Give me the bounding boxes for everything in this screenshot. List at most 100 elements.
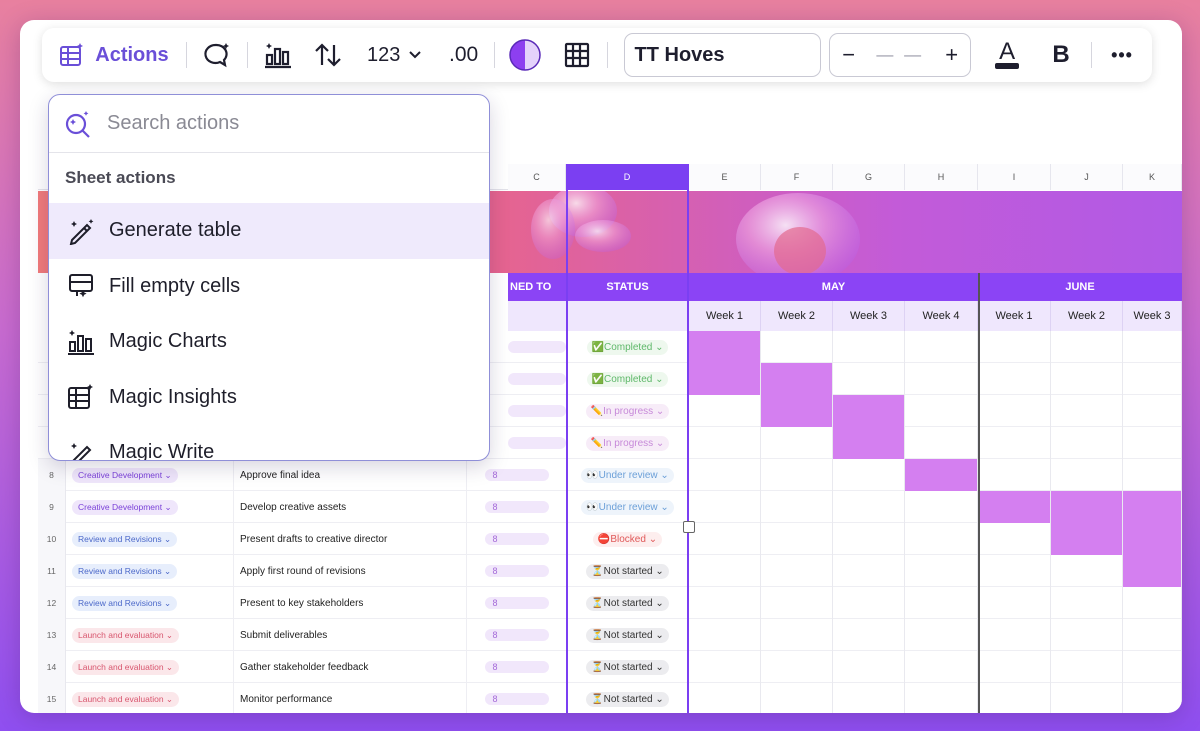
task-cell[interactable]: Monitor performance (233, 683, 465, 713)
gantt-cell[interactable] (905, 587, 978, 619)
bold-button[interactable]: B (1041, 35, 1081, 75)
owner-cell[interactable] (508, 331, 566, 363)
gantt-bar-cell[interactable] (761, 363, 833, 395)
phase-cell[interactable]: Creative Development ⌄ (72, 491, 232, 523)
status-cell[interactable]: ⛔Blocked ⌄ (566, 523, 689, 555)
gantt-cell[interactable] (761, 427, 833, 459)
gantt-cell[interactable] (689, 683, 761, 713)
gantt-cell[interactable] (905, 331, 978, 363)
gantt-cell[interactable] (1051, 459, 1123, 491)
status-cell[interactable]: ⏳Not started ⌄ (566, 683, 689, 713)
gantt-bar-cell[interactable] (1051, 491, 1123, 523)
gantt-cell[interactable] (1051, 555, 1123, 587)
status-dropdown[interactable]: ⏳Not started ⌄ (586, 595, 669, 611)
phase-tag[interactable]: Review and Revisions ⌄ (72, 531, 178, 547)
fill-color-button[interactable] (505, 35, 545, 75)
more-options-button[interactable]: ••• (1102, 35, 1142, 75)
status-dropdown[interactable]: 👀Under review ⌄ (581, 499, 674, 515)
phase-cell[interactable]: Launch and evaluation ⌄ (72, 619, 232, 651)
gantt-cell[interactable] (833, 651, 905, 683)
gantt-cell[interactable] (1123, 619, 1182, 651)
magic-charts-button[interactable] (258, 35, 298, 75)
gantt-bar-cell[interactable] (1051, 523, 1123, 555)
gantt-cell[interactable] (978, 459, 1051, 491)
gantt-cell[interactable] (978, 395, 1051, 427)
gantt-cell[interactable] (1051, 651, 1123, 683)
status-dropdown[interactable]: ⏳Not started ⌄ (586, 563, 669, 579)
row-number[interactable]: 14 (38, 651, 66, 683)
status-cell[interactable]: 👀Under review ⌄ (566, 459, 689, 491)
resize-handle[interactable] (683, 521, 695, 533)
font-size-decrease-button[interactable]: − (842, 42, 855, 68)
owner-cell[interactable]: 8 (466, 459, 566, 491)
phase-tag[interactable]: Launch and evaluation ⌄ (72, 659, 180, 675)
gantt-cell[interactable] (833, 619, 905, 651)
column-header-d[interactable]: D (566, 164, 689, 190)
column-header-g[interactable]: G (833, 164, 905, 190)
gantt-cell[interactable] (978, 651, 1051, 683)
owner-pill[interactable]: 8 (484, 565, 549, 577)
column-header-h[interactable]: H (905, 164, 978, 190)
status-cell[interactable]: 👀Under review ⌄ (566, 491, 689, 523)
status-dropdown[interactable]: ⏳Not started ⌄ (586, 627, 669, 643)
gantt-cell[interactable] (978, 523, 1051, 555)
row-number[interactable]: 13 (38, 619, 66, 651)
gantt-cell[interactable] (761, 555, 833, 587)
gantt-cell[interactable] (833, 683, 905, 713)
gantt-cell[interactable] (905, 427, 978, 459)
task-cell[interactable]: Approve final idea (233, 459, 465, 491)
phase-cell[interactable]: Review and Revisions ⌄ (72, 523, 232, 555)
gantt-cell[interactable] (978, 587, 1051, 619)
phase-tag[interactable]: Launch and evaluation ⌄ (72, 691, 180, 707)
row-number[interactable]: 8 (38, 459, 66, 491)
status-dropdown[interactable]: ⏳Not started ⌄ (586, 691, 669, 707)
owner-cell[interactable] (508, 427, 566, 459)
column-header-c[interactable]: C (508, 164, 566, 190)
phase-cell[interactable]: Review and Revisions ⌄ (72, 587, 232, 619)
gantt-cell[interactable] (1123, 683, 1182, 713)
gantt-cell[interactable] (689, 395, 761, 427)
owner-pill[interactable]: 8 (484, 533, 549, 545)
gantt-cell[interactable] (833, 459, 905, 491)
gantt-cell[interactable] (689, 619, 761, 651)
phase-tag[interactable]: Creative Development ⌄ (72, 499, 178, 515)
owner-cell[interactable]: 8 (466, 491, 566, 523)
font-size-increase-button[interactable]: + (945, 42, 958, 68)
gantt-cell[interactable] (905, 491, 978, 523)
gantt-cell[interactable] (761, 651, 833, 683)
owner-pill[interactable]: 8 (484, 693, 549, 705)
gantt-cell[interactable] (1051, 619, 1123, 651)
gantt-cell[interactable] (1051, 587, 1123, 619)
owner-cell[interactable] (508, 395, 566, 427)
gantt-cell[interactable] (905, 683, 978, 713)
gantt-cell[interactable] (905, 651, 978, 683)
magic-write-item[interactable]: Magic Write (49, 425, 489, 460)
gantt-cell[interactable] (761, 523, 833, 555)
phase-tag[interactable]: Review and Revisions ⌄ (72, 563, 178, 579)
status-cell[interactable]: ⏳Not started ⌄ (566, 555, 689, 587)
gantt-cell[interactable] (833, 331, 905, 363)
phase-tag[interactable]: Creative Development ⌄ (72, 467, 178, 483)
text-color-button[interactable]: A (987, 35, 1027, 75)
status-cell[interactable]: ✏️In progress ⌄ (566, 427, 689, 459)
gantt-cell[interactable] (978, 619, 1051, 651)
gantt-cell[interactable] (689, 587, 761, 619)
gantt-bar-cell[interactable] (689, 363, 761, 395)
gantt-cell[interactable] (1123, 587, 1182, 619)
task-cell[interactable]: Submit deliverables (233, 619, 465, 651)
status-cell[interactable]: ✅Completed ⌄ (566, 331, 689, 363)
owner-cell[interactable]: 8 (466, 683, 566, 713)
owner-cell[interactable]: 8 (466, 523, 566, 555)
gantt-cell[interactable] (761, 459, 833, 491)
phase-tag[interactable]: Review and Revisions ⌄ (72, 595, 178, 611)
search-actions-input[interactable] (107, 112, 447, 135)
comment-sparkle-button[interactable] (197, 35, 237, 75)
column-header-i[interactable]: I (978, 164, 1051, 190)
gantt-cell[interactable] (833, 363, 905, 395)
phase-cell[interactable]: Launch and evaluation ⌄ (72, 651, 232, 683)
font-size-stepper[interactable]: − — — + (829, 33, 972, 77)
owner-pill[interactable] (508, 341, 566, 353)
owner-cell[interactable]: 8 (466, 651, 566, 683)
gantt-cell[interactable] (761, 331, 833, 363)
gantt-cell[interactable] (1051, 683, 1123, 713)
